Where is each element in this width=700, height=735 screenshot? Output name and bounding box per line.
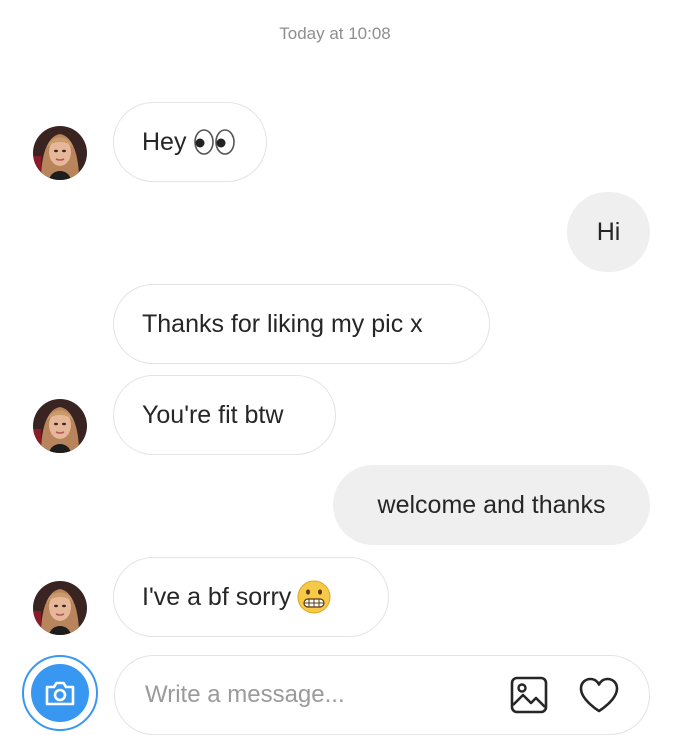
timestamp: Today at 10:08 xyxy=(279,24,391,43)
like-button[interactable] xyxy=(577,675,621,715)
message-text: welcome and thanks xyxy=(377,490,606,519)
message-bubble-incoming[interactable]: Thanks for liking my pic x xyxy=(113,284,490,364)
heart-icon xyxy=(579,677,619,713)
message-text: Hey xyxy=(142,127,187,156)
camera-button[interactable] xyxy=(22,655,98,731)
contact-avatar[interactable] xyxy=(33,126,87,180)
message-bubble-outgoing[interactable]: welcome and thanks xyxy=(333,465,650,545)
message-bubble-incoming[interactable]: Hey xyxy=(113,102,267,182)
camera-icon xyxy=(45,681,75,706)
eyes-emoji-icon xyxy=(192,128,238,156)
message-bubble-incoming[interactable]: I've a bf sorry xyxy=(113,557,389,637)
grimacing-face-emoji-icon xyxy=(297,580,331,614)
message-input[interactable] xyxy=(145,678,475,712)
message-text: Thanks for liking my pic x xyxy=(142,309,423,338)
message-bubble-outgoing[interactable]: Hi xyxy=(567,192,650,272)
message-text: I've a bf sorry xyxy=(142,582,292,611)
message-text: Hi xyxy=(596,217,621,246)
contact-avatar[interactable] xyxy=(33,399,87,453)
contact-avatar[interactable] xyxy=(33,581,87,635)
avatar-photo-icon xyxy=(33,399,87,453)
message-text: You're fit btw xyxy=(142,400,284,429)
camera-button-fill xyxy=(31,664,89,722)
message-composer xyxy=(114,655,650,735)
avatar-photo-icon xyxy=(33,581,87,635)
message-bubble-incoming[interactable]: You're fit btw xyxy=(113,375,336,455)
avatar-photo-icon xyxy=(33,126,87,180)
gallery-button[interactable] xyxy=(509,675,549,715)
gallery-icon xyxy=(510,676,548,714)
